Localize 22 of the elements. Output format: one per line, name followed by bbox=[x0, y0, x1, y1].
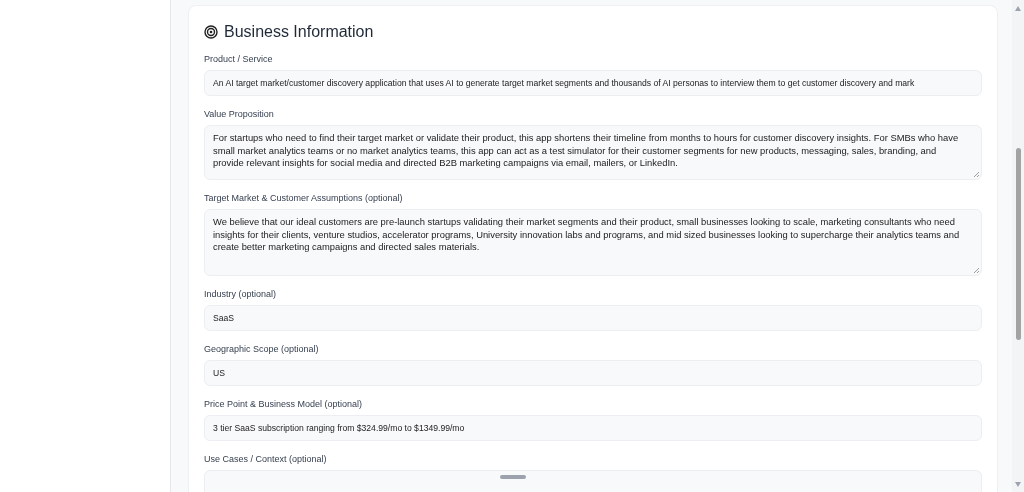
input-field[interactable]: US bbox=[204, 360, 982, 386]
input-field[interactable]: An AI target market/customer discovery application that uses AI to generate target market segments and thousands of AI personas to interview them to get customer discovery and mark bbox=[204, 70, 982, 96]
grab-handle[interactable] bbox=[500, 475, 526, 479]
field-label: Target Market & Customer Assumptions (optional) bbox=[204, 193, 404, 204]
resize-handle-icon[interactable] bbox=[974, 268, 979, 273]
scroll-up-icon[interactable] bbox=[1015, 6, 1021, 11]
field-label: Geographic Scope (optional) bbox=[204, 344, 320, 355]
scrollbar[interactable] bbox=[1012, 0, 1024, 492]
field-label: Value Proposition bbox=[204, 109, 275, 120]
scroll-thumb[interactable] bbox=[1016, 148, 1021, 340]
field-label: Use Cases / Context (optional) bbox=[204, 454, 328, 465]
section-title: Business Information bbox=[224, 22, 374, 42]
target-icon bbox=[204, 25, 218, 39]
scroll-down-icon[interactable] bbox=[1015, 482, 1021, 487]
field-label: Industry (optional) bbox=[204, 289, 278, 300]
field-label: Product / Service bbox=[204, 54, 274, 65]
resize-handle-icon[interactable] bbox=[974, 172, 979, 177]
input-field[interactable]: SaaS bbox=[204, 305, 982, 331]
input-field[interactable]: 3 tier SaaS subscription ranging from $324.99/mo to $1349.99/mo bbox=[204, 415, 982, 441]
text-area[interactable]: We believe that our ideal customers are pre-launch startups validating their market segments and their product, small businesses looking to scale, marketing consultants who need insights for their clients, venture studios, accelerator programs, University innovation labs and programs, and mid sized businesses looking to supercharge their analytics teams and create better marketing campaigns and directed sales materials. bbox=[204, 209, 982, 276]
text-area[interactable]: For startups who need to find their target market or validate their product, this app shortens their timeline from months to hours for customer discovery insights. For SMBs who have small market analytics teams or no market analytics teams, this app can act as a test simulator for their customer segments for new products, messaging, sales, branding, and provide relevant insights for social media and directed B2B marketing campaigns via email, mailers, or LinkedIn. bbox=[204, 125, 982, 180]
field-label: Price Point & Business Model (optional) bbox=[204, 399, 364, 410]
